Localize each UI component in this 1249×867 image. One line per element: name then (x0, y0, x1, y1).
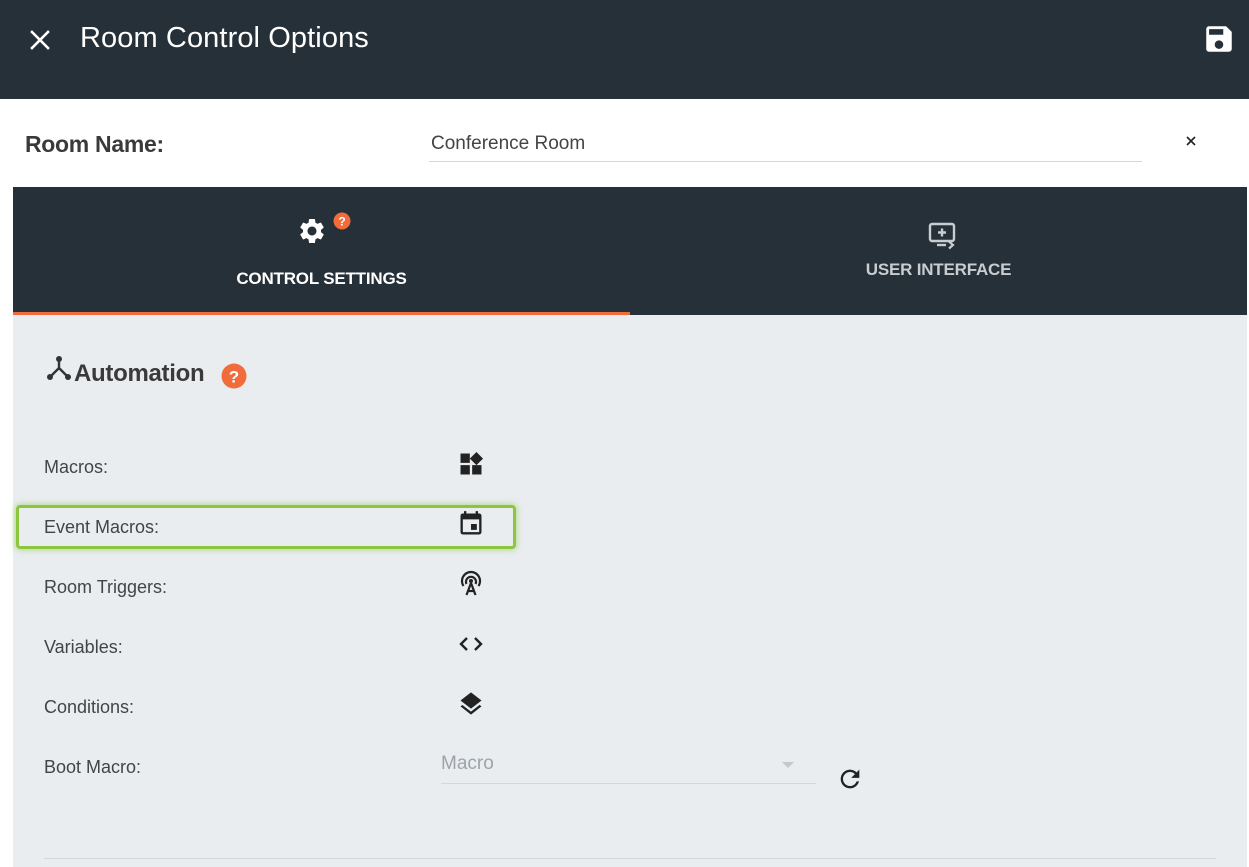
help-badge-icon[interactable]: ? (333, 212, 351, 230)
variables-label: Variables: (44, 637, 123, 657)
chevron-down-icon (782, 762, 794, 768)
event-macros-label: Event Macros: (44, 517, 160, 537)
refresh-icon (840, 769, 860, 789)
room-triggers-button[interactable] (457, 570, 485, 598)
macros-button[interactable] (457, 450, 485, 478)
antenna-icon (460, 570, 482, 596)
boot-macro-placeholder: Macro (441, 753, 494, 774)
svg-text:?: ? (338, 215, 345, 229)
conditions-label: Conditions: (44, 697, 135, 717)
control-settings-panel (13, 315, 1247, 867)
event-macros-button[interactable] (457, 510, 485, 538)
room-name-label: Room Name: (25, 131, 164, 157)
refresh-button[interactable] (836, 765, 864, 793)
code-icon (459, 637, 483, 651)
save-icon (1206, 26, 1232, 52)
hub-icon (47, 356, 71, 380)
calendar-event-icon (460, 511, 482, 535)
svg-text:?: ? (229, 368, 239, 387)
monitor-add-icon (928, 222, 956, 250)
section-divider (44, 858, 1216, 859)
clear-icon (1186, 136, 1196, 146)
variables-button[interactable] (457, 630, 485, 658)
conditions-button[interactable] (457, 690, 485, 718)
page-title: Room Control Options (80, 22, 369, 54)
boot-macro-label: Boot Macro: (44, 757, 142, 777)
app-bar: Room Control Options (0, 0, 1249, 99)
clear-room-name-button[interactable] (1181, 131, 1201, 151)
macros-label: Macros: (44, 457, 109, 477)
close-icon (30, 30, 50, 50)
close-button[interactable] (22, 22, 58, 58)
tab-bar: ? CONTROL SETTINGS USER INTERFACE (13, 187, 1247, 315)
tab-control-settings-label: CONTROL SETTINGS (236, 269, 407, 288)
save-button[interactable] (1202, 22, 1236, 56)
tab-user-interface-label: USER INTERFACE (865, 260, 1012, 279)
tab-user-interface[interactable]: USER INTERFACE (630, 187, 1247, 315)
gear-icon (300, 219, 324, 243)
help-circle-icon[interactable]: ? (221, 363, 247, 389)
tab-control-settings[interactable]: ? CONTROL SETTINGS (13, 187, 630, 315)
widgets-icon (460, 451, 484, 475)
automation-title: Automation (74, 360, 205, 387)
room-triggers-label: Room Triggers: (44, 577, 168, 597)
boot-macro-select[interactable]: Macro (441, 748, 816, 784)
room-name-input[interactable] (429, 126, 1142, 162)
layers-icon (460, 692, 482, 715)
